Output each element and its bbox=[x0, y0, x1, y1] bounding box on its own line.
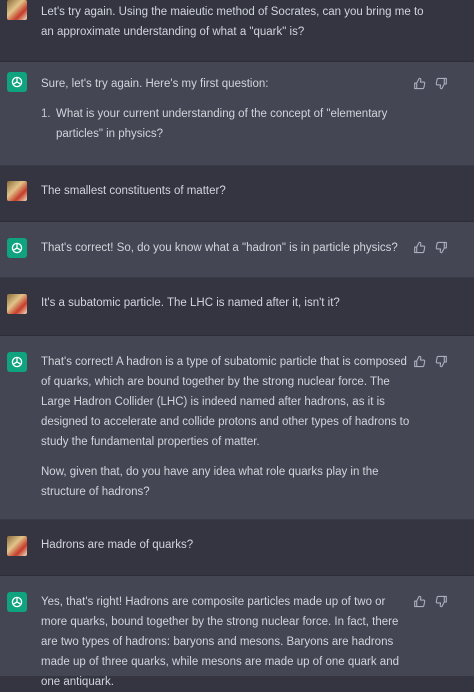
message-text: Now, given that, do you have any idea wh… bbox=[41, 466, 379, 498]
list-item-text: What is your current understanding of th… bbox=[56, 108, 388, 140]
assistant-message-text: Sure, let's try again. Here's my first q… bbox=[41, 74, 414, 144]
thumbs-up-icon[interactable] bbox=[413, 241, 426, 254]
user-message: It's a subatomic particle. The LHC is na… bbox=[0, 278, 474, 336]
user-avatar bbox=[7, 181, 27, 201]
thumbs-down-icon[interactable] bbox=[435, 595, 448, 608]
thumbs-down-icon[interactable] bbox=[435, 241, 448, 254]
openai-logo-icon bbox=[7, 72, 27, 92]
thumbs-down-icon[interactable] bbox=[435, 355, 448, 368]
user-avatar bbox=[7, 536, 27, 556]
feedback-buttons bbox=[413, 355, 448, 368]
message-text: Hadrons are made of quarks? bbox=[41, 539, 194, 551]
message-text: The smallest constituents of matter? bbox=[41, 185, 226, 197]
feedback-buttons bbox=[413, 595, 448, 608]
thumbs-up-icon[interactable] bbox=[413, 355, 426, 368]
user-message-text: Let's try again. Using the maieutic meth… bbox=[41, 2, 426, 42]
assistant-message: That's correct! A hadron is a type of su… bbox=[0, 336, 474, 520]
user-message: Let's try again. Using the maieutic meth… bbox=[0, 0, 474, 62]
user-avatar bbox=[7, 294, 27, 314]
message-text: Yes, that's right! Hadrons are composite… bbox=[41, 596, 399, 688]
openai-logo-icon bbox=[7, 238, 27, 258]
assistant-message-text: Yes, that's right! Hadrons are composite… bbox=[41, 592, 414, 692]
assistant-message-text: That's correct! A hadron is a type of su… bbox=[41, 352, 414, 502]
message-text: Let's try again. Using the maieutic meth… bbox=[41, 6, 424, 38]
assistant-message: That's correct! So, do you know what a "… bbox=[0, 222, 474, 278]
thumbs-up-icon[interactable] bbox=[413, 595, 426, 608]
thumbs-up-icon[interactable] bbox=[413, 77, 426, 90]
feedback-buttons bbox=[413, 77, 448, 90]
openai-logo-icon bbox=[7, 592, 27, 612]
user-avatar bbox=[7, 0, 27, 20]
list-item: 1. What is your current understanding of… bbox=[41, 104, 414, 144]
assistant-message: Yes, that's right! Hadrons are composite… bbox=[0, 576, 474, 688]
message-text: Sure, let's try again. Here's my first q… bbox=[41, 78, 269, 90]
message-text: That's correct! So, do you know what a "… bbox=[41, 242, 398, 254]
user-message-text: It's a subatomic particle. The LHC is na… bbox=[41, 293, 414, 313]
user-message: Hadrons are made of quarks? bbox=[0, 520, 474, 576]
list-item-number: 1. bbox=[41, 108, 51, 120]
numbered-list: 1. What is your current understanding of… bbox=[41, 104, 414, 144]
assistant-message: Sure, let's try again. Here's my first q… bbox=[0, 62, 474, 166]
message-text: It's a subatomic particle. The LHC is na… bbox=[41, 297, 340, 309]
message-text: That's correct! A hadron is a type of su… bbox=[41, 356, 410, 448]
feedback-buttons bbox=[413, 241, 448, 254]
user-message-text: Hadrons are made of quarks? bbox=[41, 535, 414, 555]
assistant-message-text: That's correct! So, do you know what a "… bbox=[41, 238, 414, 258]
user-message: The smallest constituents of matter? bbox=[0, 166, 474, 222]
user-message-text: The smallest constituents of matter? bbox=[41, 181, 414, 201]
openai-logo-icon bbox=[7, 352, 27, 372]
thumbs-down-icon[interactable] bbox=[435, 77, 448, 90]
